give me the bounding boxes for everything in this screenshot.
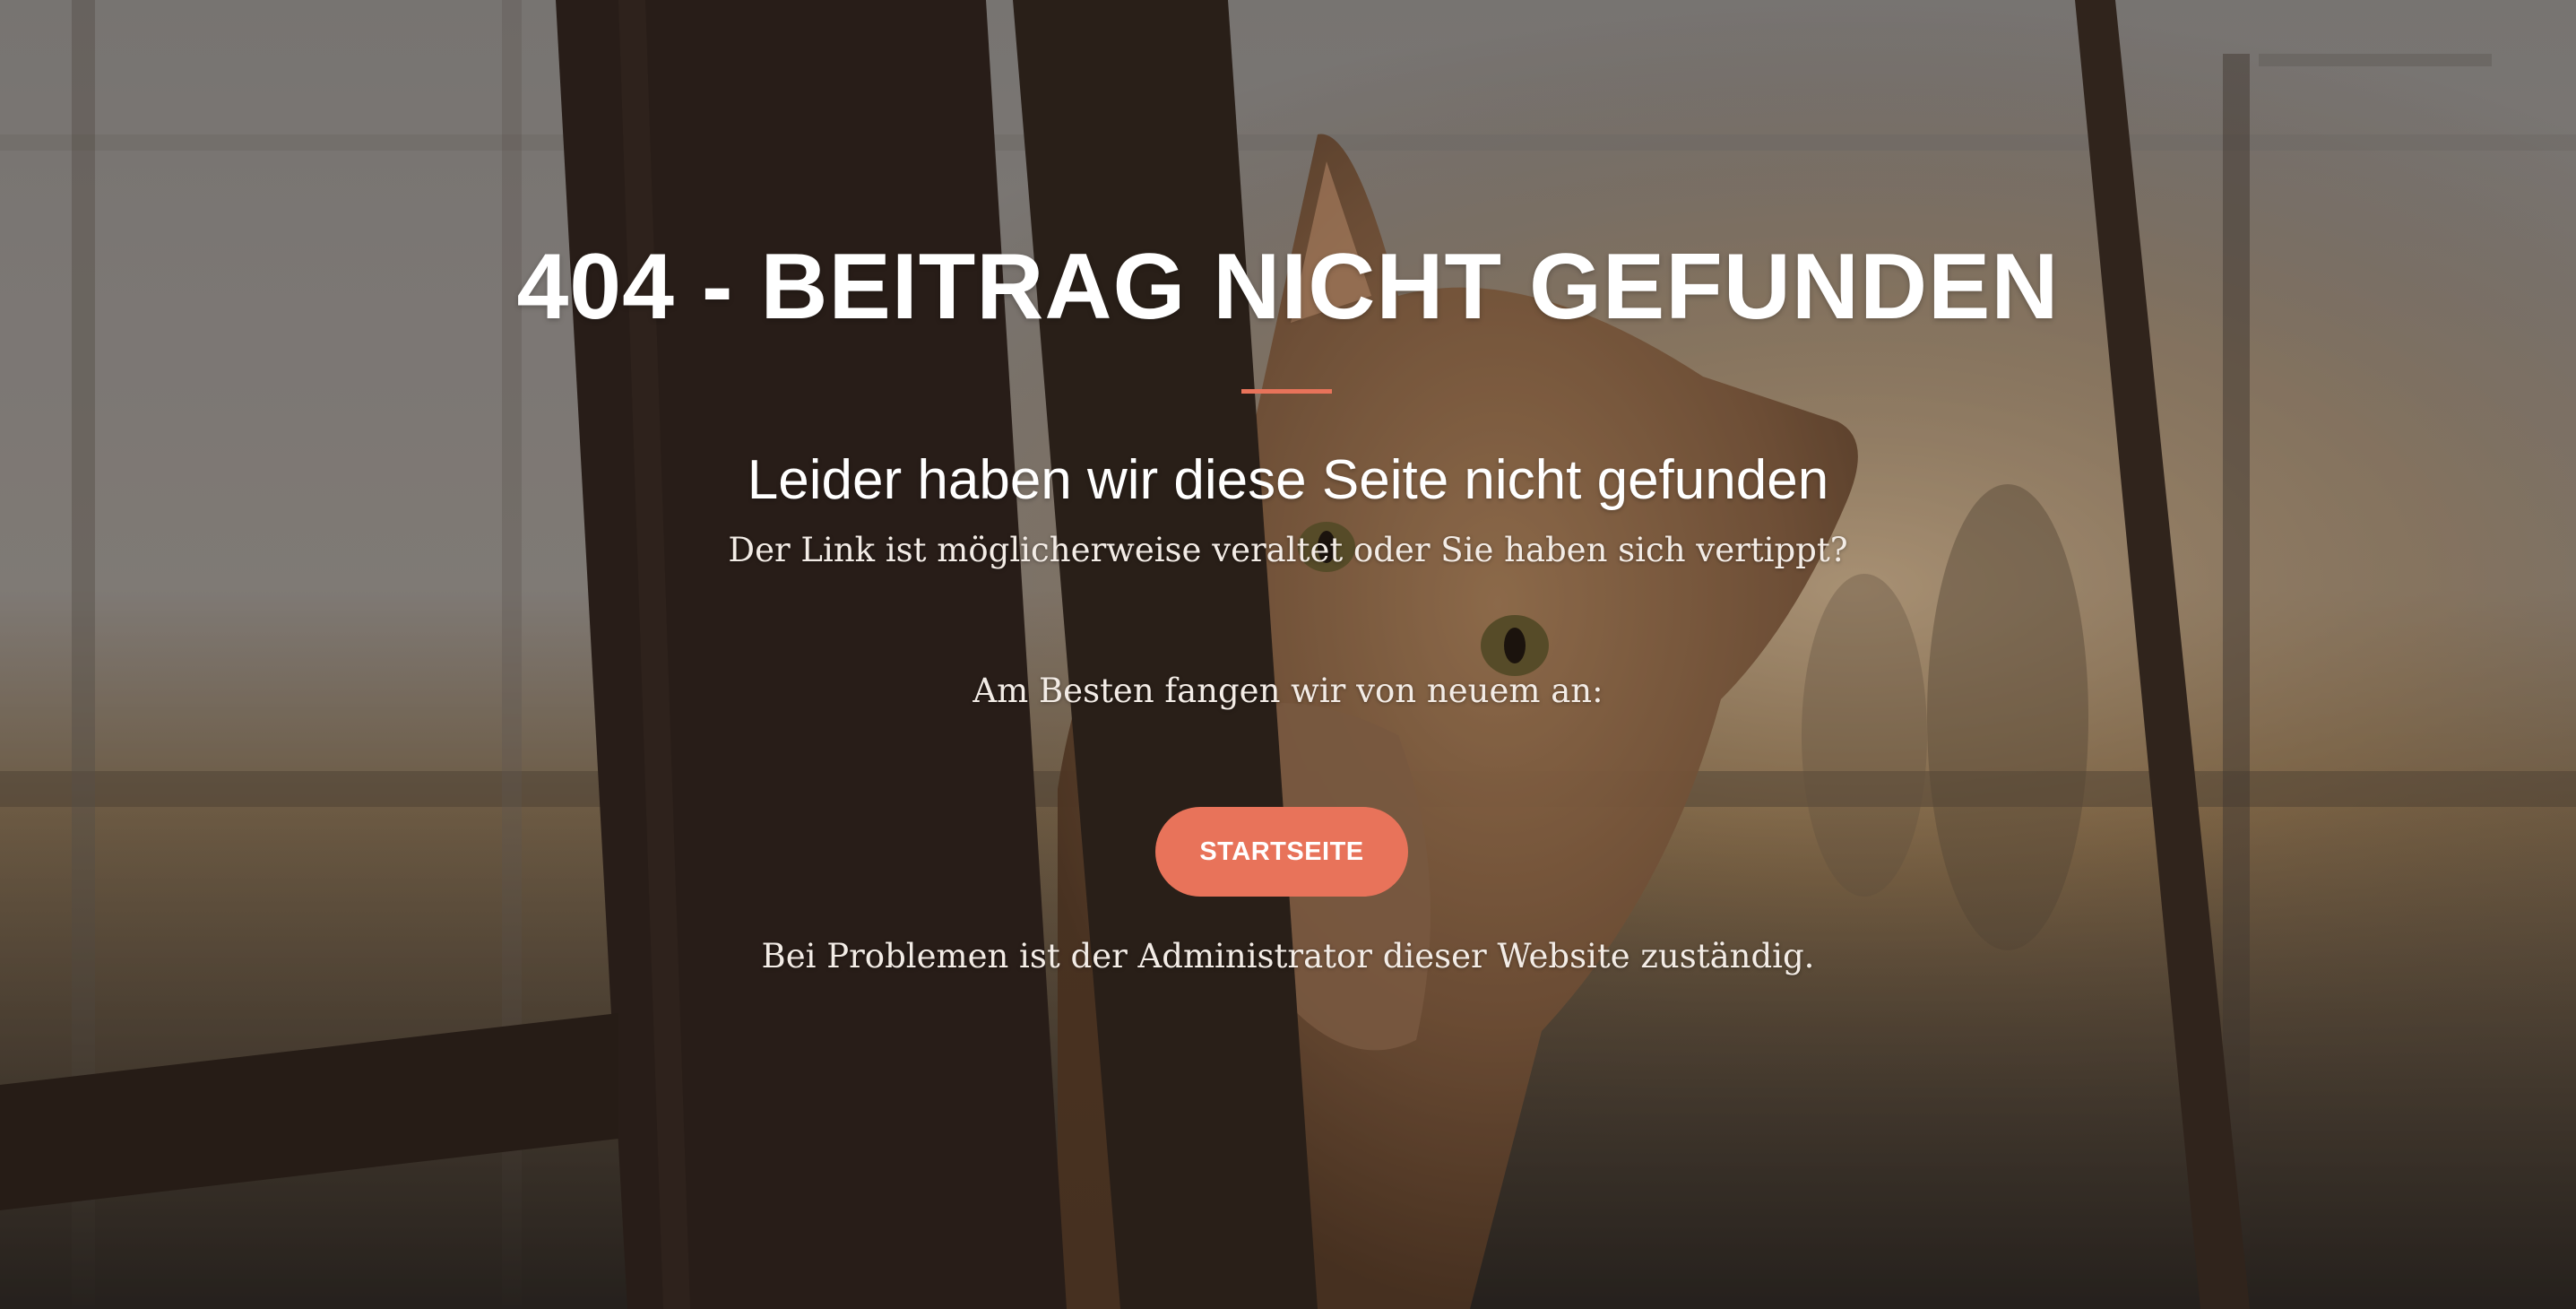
page-subtitle: Leider haben wir diese Seite nicht gefun… [747, 449, 1829, 511]
page-title: 404 - BEITRAG NICHT GEFUNDEN [516, 235, 2060, 339]
restart-prompt: Am Besten fangen wir von neuem an: [972, 672, 1604, 710]
admin-note: Bei Problemen ist der Administrator dies… [761, 937, 1815, 975]
home-button[interactable]: STARTSEITE [1155, 807, 1408, 897]
title-divider [1241, 389, 1332, 394]
error-page: 404 - BEITRAG NICHT GEFUNDEN Leider habe… [0, 0, 2576, 1309]
error-content: 404 - BEITRAG NICHT GEFUNDEN Leider habe… [0, 0, 2576, 1309]
error-message: Der Link ist möglicherweise veraltet ode… [728, 531, 1848, 569]
